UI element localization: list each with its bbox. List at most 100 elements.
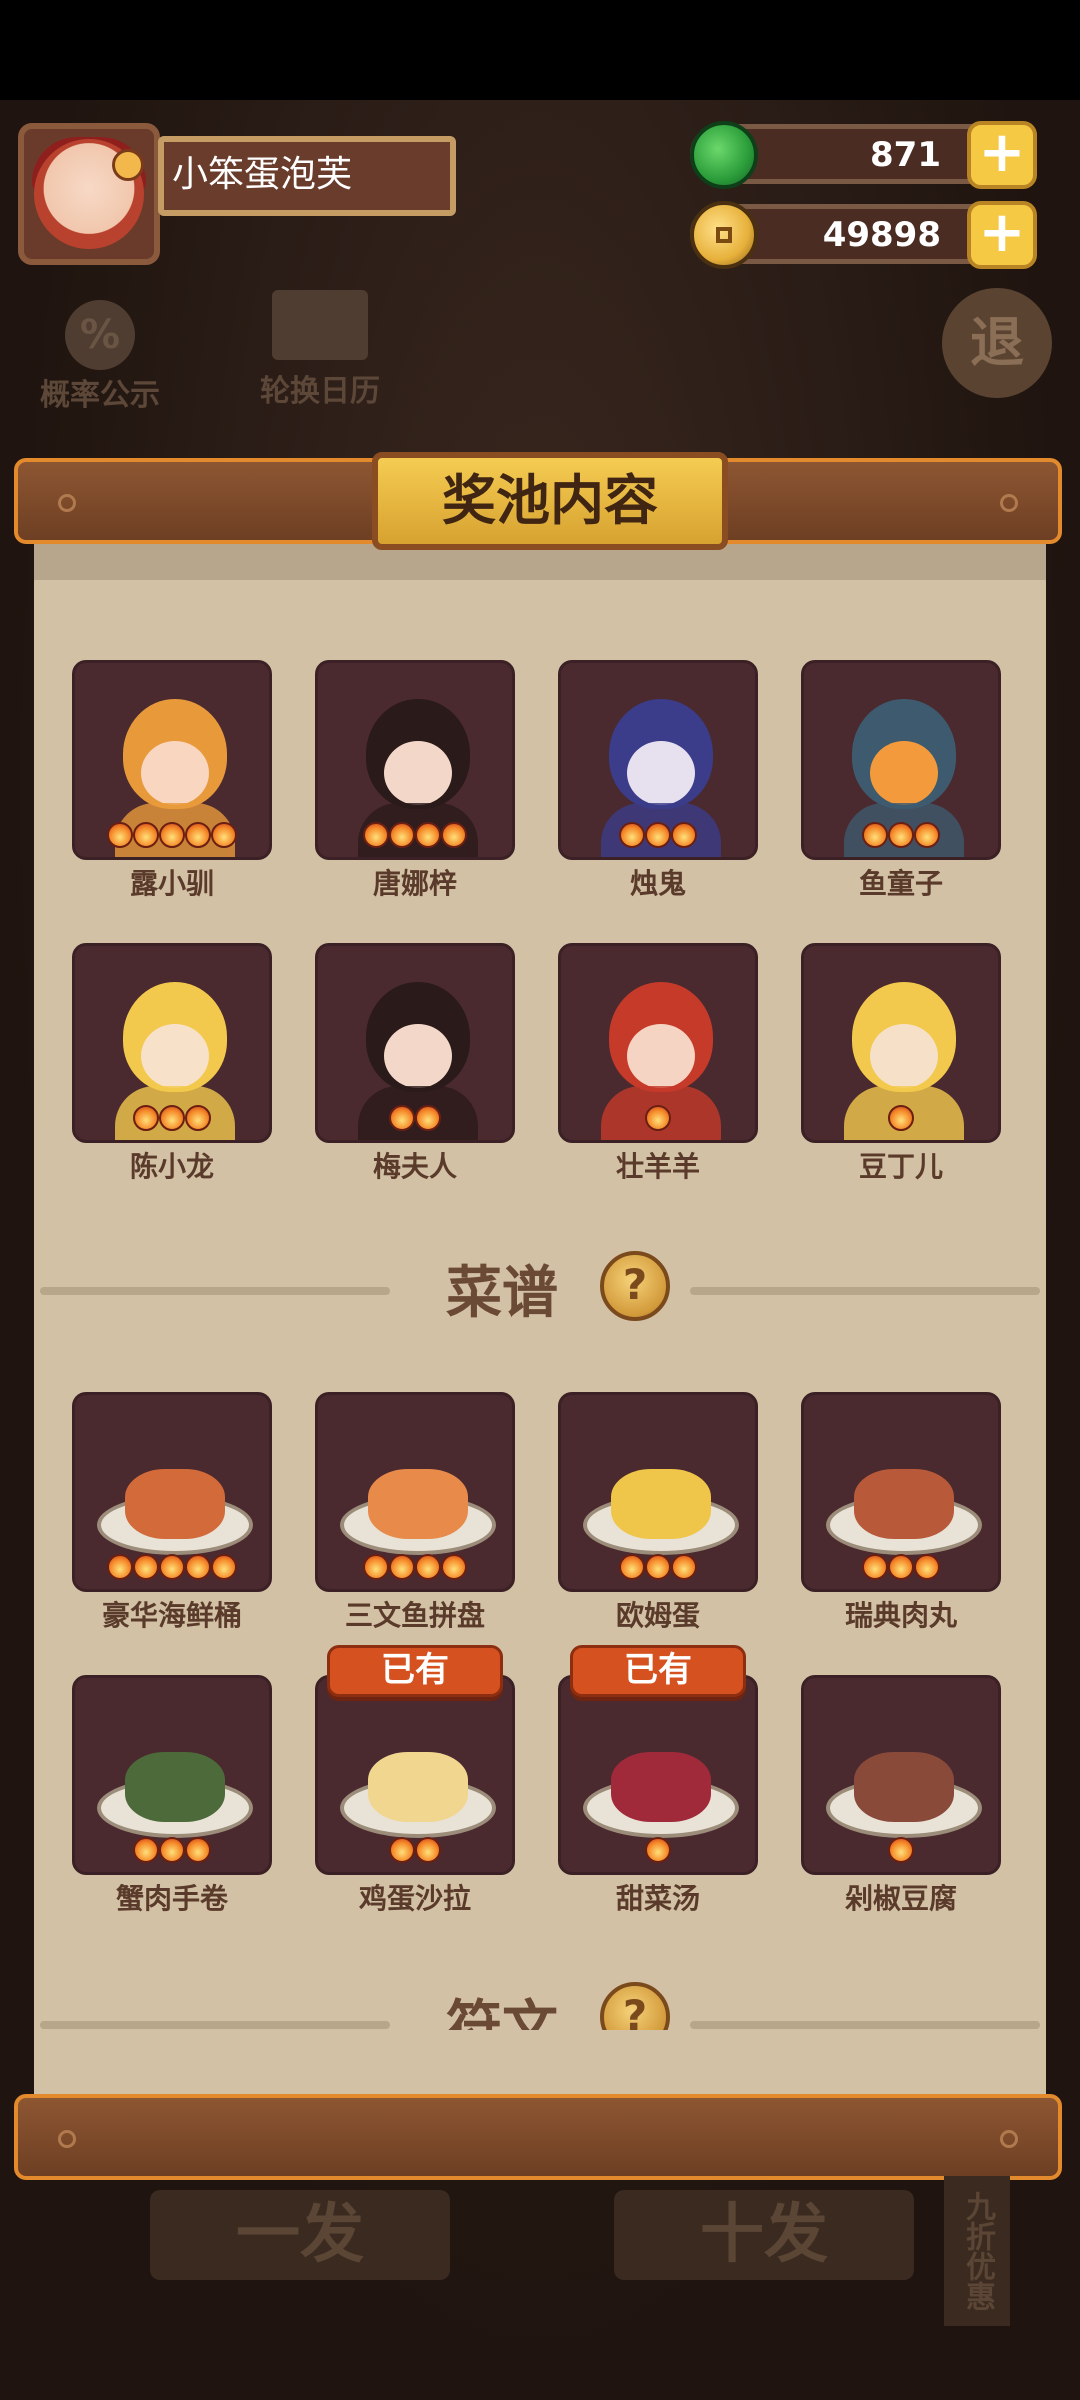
- recipe-card[interactable]: [558, 1392, 758, 1592]
- recipe-card[interactable]: [801, 1392, 1001, 1592]
- character-card[interactable]: [315, 943, 515, 1143]
- character-name: 烛鬼: [629, 867, 686, 900]
- coin-icon: [690, 201, 758, 269]
- jade-icon: [690, 121, 758, 189]
- player-avatar[interactable]: [18, 123, 160, 265]
- section-divider: [40, 1287, 390, 1295]
- recipe-name: 欧姆蛋: [615, 1599, 700, 1632]
- dish-food: [125, 1752, 225, 1822]
- coin-currency: 49898 +: [690, 201, 1037, 269]
- dish-food: [854, 1469, 954, 1539]
- calendar-label: 轮换日历: [260, 374, 380, 409]
- flame-icon: [888, 1554, 914, 1580]
- exit-button[interactable]: 退: [942, 288, 1052, 398]
- flame-icon: [159, 1554, 185, 1580]
- recipe-rarity: [804, 1554, 998, 1585]
- flame-icon: [888, 1837, 914, 1863]
- recipe-name: 蟹肉手卷: [115, 1882, 228, 1915]
- flame-icon: [185, 1105, 211, 1131]
- recipe-name: 豪华海鲜桶: [101, 1599, 242, 1632]
- percent-icon: %: [65, 300, 135, 370]
- flame-icon: [645, 822, 671, 848]
- character-name: 豆丁儿: [858, 1150, 943, 1183]
- single-draw-button[interactable]: 一发: [150, 2190, 450, 2280]
- character-name: 壮羊羊: [615, 1150, 700, 1183]
- character-card[interactable]: [801, 660, 1001, 860]
- jade-amount: 871: [870, 135, 941, 175]
- flame-icon: [862, 822, 888, 848]
- add-jade-button[interactable]: +: [967, 121, 1037, 189]
- recipe-card[interactable]: [72, 1392, 272, 1592]
- flame-icon: [671, 1554, 697, 1580]
- character-card[interactable]: [558, 660, 758, 860]
- flame-icon: [619, 1554, 645, 1580]
- flame-icon: [415, 1837, 441, 1863]
- flame-icon: [133, 1837, 159, 1863]
- character-name: 鱼童子: [858, 867, 943, 900]
- calendar-button[interactable]: 轮换日历: [250, 290, 390, 410]
- ten-draw-button[interactable]: 十发: [614, 2190, 914, 2280]
- dish-food: [125, 1469, 225, 1539]
- character-rarity: [561, 1105, 755, 1136]
- peg-icon: [58, 494, 76, 512]
- recipe-rarity: [318, 1837, 512, 1868]
- character-face: [627, 1024, 695, 1088]
- character-rarity: [318, 1105, 512, 1136]
- flame-icon: [107, 822, 133, 848]
- recipe-name: 鸡蛋沙拉: [358, 1882, 471, 1915]
- flame-icon: [185, 822, 211, 848]
- flame-icon: [211, 1554, 237, 1580]
- panel-title: 奖池内容: [372, 452, 728, 550]
- runes-section-title: 符文: [446, 1995, 558, 2030]
- section-divider: [40, 2021, 390, 2029]
- character-face: [384, 1024, 452, 1088]
- character-face: [627, 741, 695, 805]
- flame-icon: [107, 1554, 133, 1580]
- section-divider: [690, 1287, 1040, 1295]
- recipe-card[interactable]: [801, 1675, 1001, 1875]
- probability-label: 概率公示: [40, 378, 160, 413]
- dish-food: [854, 1752, 954, 1822]
- flame-icon: [645, 1554, 671, 1580]
- character-name: 梅夫人: [372, 1150, 457, 1183]
- flame-icon: [415, 1554, 441, 1580]
- flame-icon: [211, 822, 237, 848]
- recipe-name: 甜菜汤: [615, 1882, 700, 1915]
- add-coins-button[interactable]: +: [967, 201, 1037, 269]
- character-face: [141, 1024, 209, 1088]
- recipe-rarity: [804, 1837, 998, 1868]
- recipe-name: 三文鱼拼盘: [344, 1599, 485, 1632]
- flame-icon: [363, 1554, 389, 1580]
- character-card[interactable]: [558, 943, 758, 1143]
- flame-icon: [914, 1554, 940, 1580]
- recipe-card[interactable]: [315, 1392, 515, 1592]
- recipe-rarity: [561, 1554, 755, 1585]
- character-face: [870, 1024, 938, 1088]
- flame-icon: [389, 1837, 415, 1863]
- recipe-card[interactable]: [72, 1675, 272, 1875]
- character-card[interactable]: [801, 943, 1001, 1143]
- dish-food: [368, 1752, 468, 1822]
- dish-food: [611, 1469, 711, 1539]
- dish-food: [611, 1752, 711, 1822]
- calendar-icon: [272, 290, 368, 360]
- character-card[interactable]: [315, 660, 515, 860]
- flame-icon: [645, 1837, 671, 1863]
- flame-icon: [133, 822, 159, 848]
- recipe-card[interactable]: [315, 1675, 515, 1875]
- character-rarity: [75, 1105, 269, 1136]
- recipe-rarity: [75, 1554, 269, 1585]
- peg-icon: [58, 2130, 76, 2148]
- character-card[interactable]: [72, 660, 272, 860]
- recipes-help-icon[interactable]: ?: [600, 1251, 670, 1321]
- character-rarity: [804, 822, 998, 853]
- flame-icon: [415, 822, 441, 848]
- flame-icon: [133, 1554, 159, 1580]
- flame-icon: [389, 1554, 415, 1580]
- runes-help-icon[interactable]: ?: [600, 1982, 670, 2030]
- recipe-card[interactable]: [558, 1675, 758, 1875]
- avatar-coin-icon: [112, 149, 144, 181]
- probability-button[interactable]: % 概率公示: [30, 300, 170, 414]
- character-card[interactable]: [72, 943, 272, 1143]
- flame-icon: [185, 1554, 211, 1580]
